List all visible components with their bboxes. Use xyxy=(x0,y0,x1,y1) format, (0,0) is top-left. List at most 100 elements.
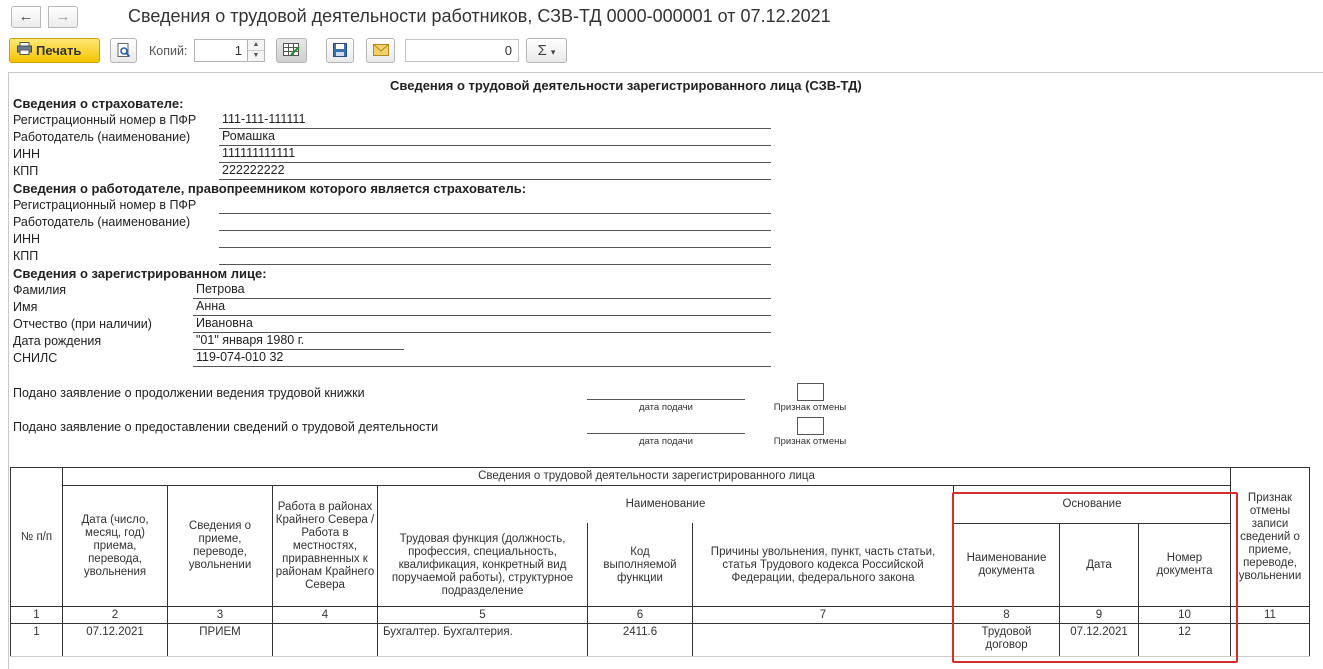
insurer-heading: Сведения о страхователе: xyxy=(13,96,184,111)
send-email-button[interactable] xyxy=(366,38,395,63)
field-label: СНИЛС xyxy=(13,351,58,365)
field-label: ИНН xyxy=(13,232,41,246)
cell-function: Бухгалтер. Бухгалтерия. xyxy=(383,626,513,638)
field-label: Регистрационный номер в ПФР xyxy=(13,113,197,127)
field-label: Фамилия xyxy=(13,283,67,297)
col-number: 11 xyxy=(1264,608,1276,621)
field-value xyxy=(219,197,771,214)
table-group-header: Сведения о трудовой деятельности зарегис… xyxy=(478,470,815,482)
field-value: Ивановна xyxy=(193,316,771,333)
col-number: 8 xyxy=(1003,608,1010,621)
cell-code: 2411.6 xyxy=(622,626,658,638)
date-caption: дата подачи xyxy=(639,436,693,447)
cell-doc-number: 12 xyxy=(1178,626,1191,638)
title-bar: ← → Сведения о трудовой деятельности раб… xyxy=(0,0,1323,34)
sum-field: 0 xyxy=(405,39,519,62)
col-header-date: Дата (число, месяц, год) приема, перевод… xyxy=(81,513,149,578)
cancel-caption: Признак отмены xyxy=(773,436,847,447)
cell-date: 07.12.2021 xyxy=(86,626,144,638)
col-number: 4 xyxy=(321,608,329,621)
preview-button[interactable] xyxy=(110,38,137,63)
copies-label: Копий: xyxy=(149,44,188,58)
field-value xyxy=(219,231,771,248)
field-value: 222222222 xyxy=(219,163,771,180)
printer-icon xyxy=(17,39,33,62)
print-button[interactable]: Печать xyxy=(9,38,100,63)
field-label: Работодатель (наименование) xyxy=(13,130,191,144)
field-label: Имя xyxy=(13,300,38,314)
col-number: 10 xyxy=(1178,608,1191,621)
col-number: 3 xyxy=(216,608,224,621)
field-label: КПП xyxy=(13,249,39,263)
back-button[interactable]: ← xyxy=(11,6,41,28)
arrow-right-icon: → xyxy=(55,8,71,25)
name-header: Наименование xyxy=(625,498,706,510)
envelope-icon xyxy=(372,44,389,59)
cell-no: 1 xyxy=(33,626,40,638)
magnifier-page-icon xyxy=(117,43,131,61)
field-label: Регистрационный номер в ПФР xyxy=(13,198,197,212)
col-header-doc-date: Дата xyxy=(1086,558,1112,571)
col-header-no: № п/п xyxy=(20,530,53,543)
stepper-down-icon[interactable]: ▼ xyxy=(248,51,264,61)
field-label: Отчество (при наличии) xyxy=(13,317,152,331)
col-header-cancel: Признак отмены записи сведений о приеме,… xyxy=(1238,491,1302,582)
col-number: 1 xyxy=(33,608,40,621)
field-value: "01" января 1980 г. xyxy=(193,333,404,350)
col-number: 5 xyxy=(479,608,486,621)
copies-stepper[interactable]: ▲ ▼ xyxy=(248,39,265,62)
table-edit-icon xyxy=(282,43,301,60)
date-caption: дата подачи xyxy=(639,402,693,413)
field-value: 111111111111 xyxy=(219,146,771,163)
col-header-function: Трудовая функция (должность, профессия, … xyxy=(391,532,574,597)
edit-grid-toggle[interactable] xyxy=(276,38,307,63)
cancel-caption: Признак отмены xyxy=(773,402,847,413)
stepper-up-icon[interactable]: ▲ xyxy=(248,40,264,51)
col-header-code: Код выполняемой функции xyxy=(603,545,677,584)
field-label: Дата рождения xyxy=(13,334,102,348)
field-value: 111-111-111111 xyxy=(219,112,771,129)
cancel-checkbox xyxy=(797,383,824,401)
chevron-down-icon: ▾ xyxy=(550,47,556,57)
person-heading: Сведения о зарегистрированном лице: xyxy=(13,266,267,281)
cell-cancel xyxy=(1231,624,1309,656)
field-label: КПП xyxy=(13,164,39,178)
cell-north xyxy=(273,624,377,656)
field-value: Петрова xyxy=(193,282,771,299)
basis-header: Основание xyxy=(1062,498,1122,510)
cell-info: ПРИЕМ xyxy=(199,626,241,638)
field-value: 119-074-010 32 xyxy=(193,350,771,367)
col-header-doc-number: Номер документа xyxy=(1156,552,1213,577)
cell-doc-name: Трудовой договор xyxy=(981,626,1032,651)
field-label: ИНН xyxy=(13,147,41,161)
application-text: Подано заявление о продолжении ведения т… xyxy=(13,386,365,400)
col-number: 6 xyxy=(636,608,644,621)
field-value: Ромашка xyxy=(219,129,771,146)
print-button-label: Печать xyxy=(36,43,82,58)
cell-reason xyxy=(693,624,953,656)
col-number: 7 xyxy=(819,608,827,621)
col-number: 2 xyxy=(111,608,119,621)
col-header-north: Работа в районах Крайнего Севера / Работ… xyxy=(275,500,375,591)
sigma-icon: Σ xyxy=(537,42,547,59)
date-line xyxy=(587,384,745,400)
cell-doc-date: 07.12.2021 xyxy=(1070,626,1128,638)
toolbar: Печать Копий: 1 ▲ ▼ 0 Σ ▾ xyxy=(0,36,1323,66)
cancel-checkbox xyxy=(797,417,824,435)
predecessor-heading: Сведения о работодателе, правопреемником… xyxy=(13,181,527,196)
document-title: Сведения о трудовой деятельности зарегис… xyxy=(390,78,862,93)
col-header-info: Сведения о приеме, переводе, увольнении xyxy=(188,520,252,571)
floppy-disk-icon xyxy=(333,43,347,60)
col-header-doc-name: Наименование документа xyxy=(966,552,1047,577)
window-title: Сведения о трудовой деятельности работни… xyxy=(128,6,831,26)
copies-input[interactable]: 1 xyxy=(194,39,248,62)
field-value xyxy=(219,214,771,231)
arrow-left-icon: ← xyxy=(18,8,34,25)
forward-button[interactable]: → xyxy=(48,6,78,28)
field-label: Работодатель (наименование) xyxy=(13,215,191,229)
field-value: Анна xyxy=(193,299,771,316)
application-text: Подано заявление о предоставлении сведен… xyxy=(13,420,439,434)
sum-menu-button[interactable]: Σ ▾ xyxy=(526,38,567,63)
save-button[interactable] xyxy=(326,38,354,63)
date-line xyxy=(587,418,745,434)
